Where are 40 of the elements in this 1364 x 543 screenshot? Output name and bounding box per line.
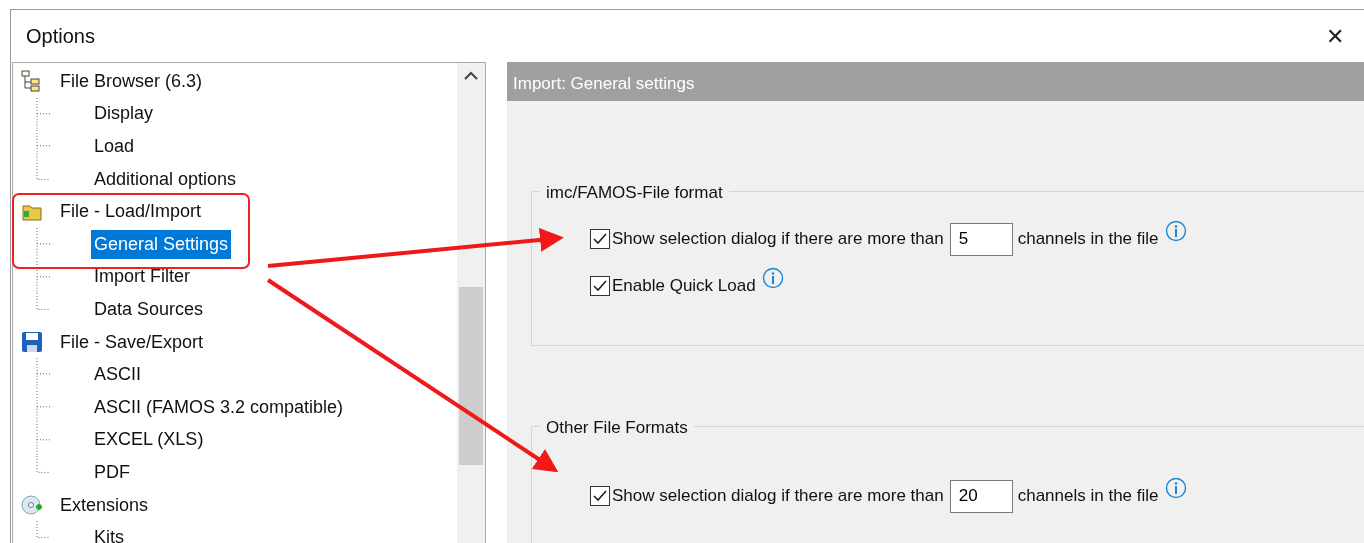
checkbox[interactable] xyxy=(590,276,610,296)
close-button[interactable]: ✕ xyxy=(1320,19,1350,53)
info-icon[interactable] xyxy=(1164,477,1187,499)
checkbox[interactable] xyxy=(590,229,610,249)
tree-connector-line xyxy=(36,358,50,391)
window-title: Options xyxy=(26,24,95,49)
tree-connector-line xyxy=(36,97,50,131)
tree-item[interactable]: Extensions xyxy=(57,490,152,520)
scroll-thumb[interactable] xyxy=(459,287,483,465)
disc-icon xyxy=(21,494,43,516)
tree-item[interactable]: File - Save/Export xyxy=(57,327,207,357)
info-icon[interactable] xyxy=(761,267,784,289)
option-label: Enable Quick Load xyxy=(612,275,756,298)
tree-item[interactable]: Import Filter xyxy=(91,262,193,292)
option-suffix: channels in the file xyxy=(1017,485,1159,508)
option-suffix: channels in the file xyxy=(1017,228,1159,251)
tree-item[interactable]: EXCEL (XLS) xyxy=(91,425,207,455)
scrollbar[interactable] xyxy=(457,63,485,543)
tree-item[interactable]: PDF xyxy=(91,457,133,487)
tree-item[interactable]: File Browser (6.3) xyxy=(57,66,206,96)
option-label: Show selection dialog if there are more than xyxy=(612,485,944,508)
tree-connector-line xyxy=(36,227,50,261)
tree-structure-icon xyxy=(21,70,43,93)
tree-item[interactable]: General Settings xyxy=(91,229,232,259)
count-field[interactable]: 20 xyxy=(949,479,1013,513)
panel-header: Import: General settings xyxy=(507,62,1364,101)
tree-item[interactable]: Load xyxy=(91,132,138,161)
tree-item[interactable]: Data Sources xyxy=(91,294,207,324)
count-field[interactable]: 5 xyxy=(949,222,1013,256)
tree-item[interactable]: File - Load/Import xyxy=(57,197,205,227)
checkbox[interactable] xyxy=(590,486,610,506)
tree-item[interactable]: Additional options xyxy=(91,164,240,194)
tree-connector-line xyxy=(36,390,50,424)
tree-item[interactable]: ASCII (FAMOS 3.2 compatible) xyxy=(91,392,347,422)
option-label: Show selection dialog if there are more than xyxy=(612,228,944,251)
tree-item[interactable]: Kits xyxy=(91,523,127,543)
tree-item[interactable]: Display xyxy=(91,99,157,129)
info-icon[interactable] xyxy=(1164,220,1187,242)
tree-item[interactable]: ASCII xyxy=(91,360,144,390)
tree-connector-line xyxy=(36,521,50,539)
